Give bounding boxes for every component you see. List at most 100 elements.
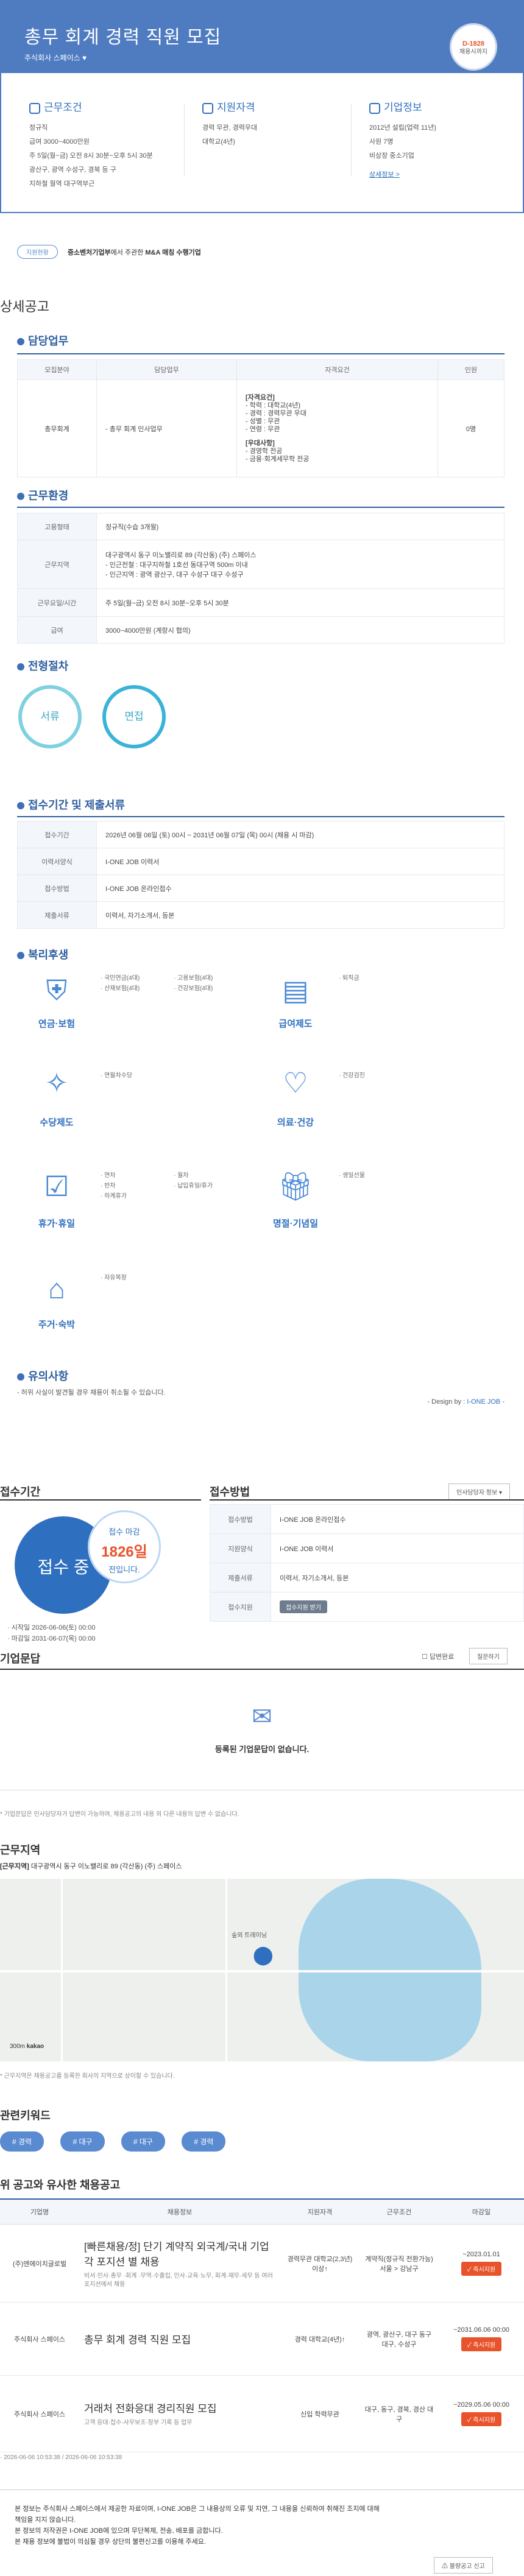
- welfare-name: 수당제도: [40, 1117, 74, 1128]
- th: 마감일: [439, 2198, 524, 2225]
- person-icon: [202, 102, 213, 114]
- welfare-name: 급여제도: [278, 1019, 313, 1029]
- table-row[interactable]: 주식회사 스페이스 총무 회계 경력 직원 모집 경력 대학교(4년)↑ 광역,…: [0, 2302, 524, 2376]
- process-step-circle: 서류: [18, 685, 82, 748]
- qualification-line: 경력 무관, 경력우대: [202, 124, 258, 132]
- heart-icon[interactable]: ♥: [82, 54, 87, 62]
- welfare-list: · 퇴직금: [339, 975, 359, 982]
- process-title: 전형절차: [17, 658, 68, 674]
- keyword-tag[interactable]: # 경력: [0, 2131, 44, 2152]
- condition-line: 급여 3000~4000만원: [29, 138, 90, 146]
- keyword-tag[interactable]: # 대구: [121, 2131, 165, 2152]
- th: 제출서류: [17, 901, 97, 929]
- calendar-icon: ☑: [44, 1170, 69, 1202]
- welfare-list: · 자유복장: [101, 1275, 127, 1281]
- th: 기업명: [0, 2198, 79, 2225]
- contact-button[interactable]: 인사담당자 정보 ▾: [448, 1483, 510, 1500]
- company-detail-link[interactable]: 상세정보 >: [369, 171, 400, 178]
- company-name[interactable]: 주식회사 스페이스 ♥: [24, 52, 87, 63]
- location-note: * 근무지역은 채용공고를 등록한 회사의 지역으로 상이할 수 있습니다.: [0, 2073, 175, 2080]
- map-road: [225, 1879, 227, 2061]
- company-cell[interactable]: 주식회사 스페이스: [0, 2375, 79, 2452]
- remain-circle: 접수 마감 1826일 전입니다.: [88, 1510, 161, 1583]
- cond-cell: 대구, 동구, 경북, 경산 대구: [359, 2375, 439, 2452]
- map-pin-icon[interactable]: ⬤: [253, 1944, 274, 1966]
- qa-ask-button[interactable]: 질문하기: [469, 1648, 508, 1664]
- th: 지원양식: [210, 1533, 271, 1563]
- period-title: 접수기간: [0, 1486, 41, 1498]
- condition-line: 광산구, 광역 수성구, 경북 등 구: [29, 166, 116, 174]
- keyword-tag[interactable]: # 경력: [182, 2131, 226, 2152]
- map-scale: 300m kakao: [10, 2043, 44, 2050]
- period-dates: · 시작일 2026-06-06(토) 00:00 · 마감일 2031-06-0…: [7, 1624, 96, 1642]
- company-cell[interactable]: 주식회사 스페이스: [0, 2302, 79, 2376]
- job-title: 총무 회계 경력 직원 모집: [24, 27, 222, 48]
- td: 접수지원 받기: [271, 1592, 524, 1622]
- house-icon: ⌂: [48, 1273, 65, 1304]
- welfare-list: · 연월차수당: [101, 1072, 133, 1079]
- apply-button[interactable]: ✓ 즉시지원: [461, 2337, 502, 2351]
- checkbox-icon[interactable]: ☐: [422, 1653, 428, 1661]
- guard-icon: ⛨: [46, 974, 68, 1006]
- td: 3000~4000만원 (계랑시 협의): [96, 616, 505, 644]
- cond-cell: 계약직(정규직 전환가능) 서울 > 강남구: [359, 2224, 439, 2303]
- keywords-title: 관련키워드: [0, 2110, 51, 2122]
- qa-note: * 기업문답은 인사담당자가 답변이 가능하며, 채용공고의 내용 외 다른 내…: [0, 1811, 239, 1818]
- welfare-list: · 국민연금(4대) · 산재보험(4대): [101, 975, 140, 992]
- keyword-tag[interactable]: # 대구: [60, 2131, 105, 2152]
- duty-field: 총무회계: [17, 379, 97, 477]
- method-title: 접수방법: [210, 1486, 250, 1498]
- apply-support-button[interactable]: 접수지원 받기: [280, 1600, 327, 1613]
- date-cell: ~2031.06.06 00:00 ✓ 즉시지원: [439, 2302, 524, 2376]
- apply-button[interactable]: ✓ 즉시지원: [461, 2262, 502, 2276]
- th: 담당업무: [96, 359, 237, 380]
- mail-icon: ✉: [252, 1703, 272, 1730]
- company-line: 2012년 설립(업력 11년): [369, 124, 437, 132]
- timestamp: · 2026-06-06 10:53:38 / 2026-06-06 10:53…: [0, 2454, 122, 2461]
- welfare-name: 의료·건강: [277, 1117, 314, 1128]
- th: 지원자격: [280, 2198, 359, 2225]
- qa-empty: ✉ 등록된 기업문답이 없습니다.: [0, 1669, 524, 1790]
- table-row[interactable]: 주식회사 스페이스 거래처 전화응대 경리직원 모집 고객 응대·접수·사무보조·…: [0, 2375, 524, 2452]
- company-line: 사원 7명: [369, 138, 394, 146]
- alert-icon: ⚠: [442, 2563, 448, 2570]
- divider: [210, 1499, 524, 1501]
- job-cell[interactable]: 거래처 전화응대 경리직원 모집 고객 응대·접수·사무보조·장부 기록 등 업무: [79, 2375, 280, 2452]
- td: I-ONE JOB 이력서: [96, 848, 505, 875]
- design-credit: - Design by : I-ONE JOB -: [427, 1398, 505, 1406]
- td: 주 5일(월~금) 오전 8시 30분~오후 5시 30분: [96, 588, 505, 617]
- conditions-block: 근무조건 정규직 급여 3000~4000만원 주 5일(월~금) 오전 8시 …: [29, 99, 188, 191]
- similar-table: 기업명 채용정보 지원자격 근무조건 마감일 (주)엔에이치글로벌 [빠른채용/…: [0, 2198, 524, 2452]
- process-step-circle: 면접: [102, 685, 166, 748]
- duty-table: 모집분야 담당업무 자격요건 인원 총무회계 - 총무 회계 인사업무 [자격요…: [17, 359, 505, 477]
- apply-button[interactable]: ✓ 즉시지원: [461, 2412, 502, 2426]
- report-button[interactable]: ⚠ 불량공고 신고: [434, 2557, 493, 2574]
- tag-pill[interactable]: 지원현황: [17, 245, 58, 259]
- th: 접수기간: [17, 821, 97, 848]
- cond-cell: 광역, 광산구, 대구 동구 대구, 수성구: [359, 2302, 439, 2376]
- map[interactable]: ⬤ 숲외 트레이닝 300m kakao: [0, 1879, 524, 2061]
- map-road: [0, 1970, 524, 1972]
- job-cell[interactable]: 총무 회계 경력 직원 모집: [79, 2302, 280, 2376]
- job-cell[interactable]: [빠른채용/정] 단기 계약직 외국계/국내 기업 각 포지션 별 채용 비서·인…: [79, 2224, 280, 2303]
- footer-line: 본 채용 정보에 불법이 의심될 경우 상단의 불편신고를 이용해 주세요.: [15, 2538, 206, 2546]
- td: I-ONE JOB 이력서: [271, 1533, 524, 1563]
- heart-icon: ♡: [283, 1067, 308, 1099]
- qual-cell: 신입 학력무관: [280, 2375, 359, 2452]
- welfare-list: · 월차 · 납입휴일/휴가: [174, 1172, 213, 1189]
- map-label: 숲외 트레이닝: [232, 1932, 267, 1939]
- divider: [17, 816, 505, 817]
- th: 채용정보: [79, 2198, 280, 2225]
- dday-badge: D-1828 채용시까지: [450, 23, 497, 71]
- th: 모집분야: [17, 359, 97, 380]
- qual-cell: 경력무관 대학교(2,3년) 이상↑: [280, 2224, 359, 2303]
- welfare-list: · 연차 · 반차 · 하계휴가: [101, 1172, 127, 1200]
- env-table: 고용형태 정규직(수습 3개월) 근무지역 대구광역시 동구 이노밸리로 89 (…: [17, 513, 505, 644]
- company-cell[interactable]: (주)엔에이치글로벌: [0, 2224, 79, 2303]
- th: 급여: [17, 616, 97, 644]
- table-row[interactable]: (주)엔에이치글로벌 [빠른채용/정] 단기 계약직 외국계/국내 기업 각 포…: [0, 2224, 524, 2303]
- divider: [351, 104, 352, 177]
- qa-filter-answered[interactable]: ☐ 답변완료: [422, 1652, 454, 1661]
- location-title: 근무지역: [0, 1844, 41, 1856]
- footer-line: 본 정보는 주식회사 스페이스에서 제공한 자료이며, I-ONE JOB은 그…: [15, 2505, 380, 2524]
